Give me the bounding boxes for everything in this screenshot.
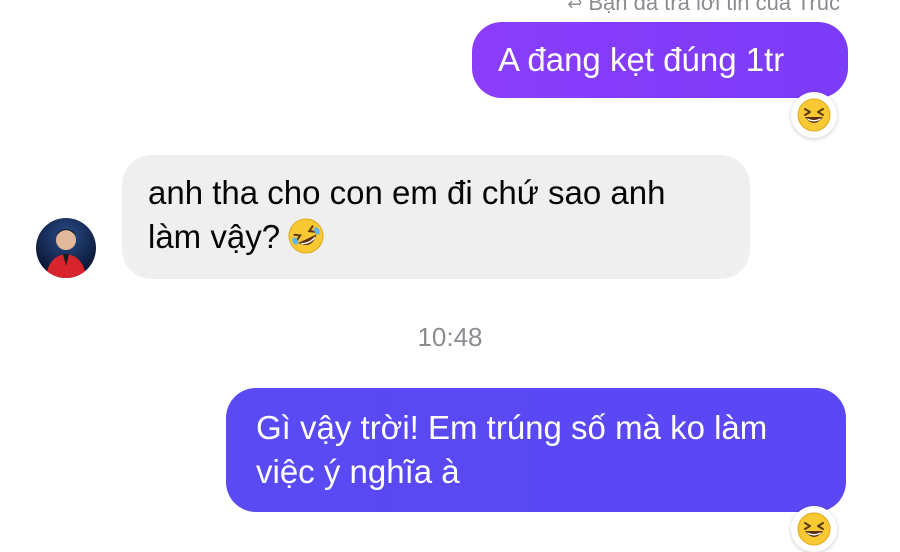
reaction-badge[interactable] bbox=[791, 506, 837, 552]
incoming-message-bubble[interactable]: anh tha cho con em đi chứ sao anh làm vậ… bbox=[122, 155, 750, 279]
grinning-squinting-face-icon bbox=[797, 512, 831, 546]
reply-arrow-icon: ↩ bbox=[567, 0, 583, 14]
contact-avatar[interactable] bbox=[36, 218, 96, 278]
person-avatar-icon bbox=[46, 229, 86, 278]
reply-note: ↩ Bạn đã trả lời tin của Trúc bbox=[567, 0, 840, 16]
reaction-badge[interactable] bbox=[791, 92, 837, 138]
outgoing-message-bubble[interactable]: A đang kẹt đúng 1tr bbox=[472, 22, 848, 98]
reply-note-text: Bạn đã trả lời tin của Trúc bbox=[588, 0, 840, 15]
message-text-line: việc ý nghĩa à bbox=[256, 453, 460, 490]
grinning-squinting-face-icon bbox=[797, 98, 831, 132]
message-text-line: anh tha cho con em đi chứ sao anh bbox=[148, 174, 666, 211]
message-text-line: làm vậy? bbox=[148, 218, 281, 255]
rolling-on-floor-laughing-icon bbox=[288, 218, 324, 254]
outgoing-message-bubble[interactable]: Gì vậy trời! Em trúng số mà ko làm việc … bbox=[226, 388, 846, 512]
timestamp: 10:48 bbox=[417, 322, 483, 352]
message-text: A đang kẹt đúng 1tr bbox=[498, 41, 785, 78]
message-text-line: Gì vậy trời! Em trúng số mà ko làm bbox=[256, 409, 768, 446]
